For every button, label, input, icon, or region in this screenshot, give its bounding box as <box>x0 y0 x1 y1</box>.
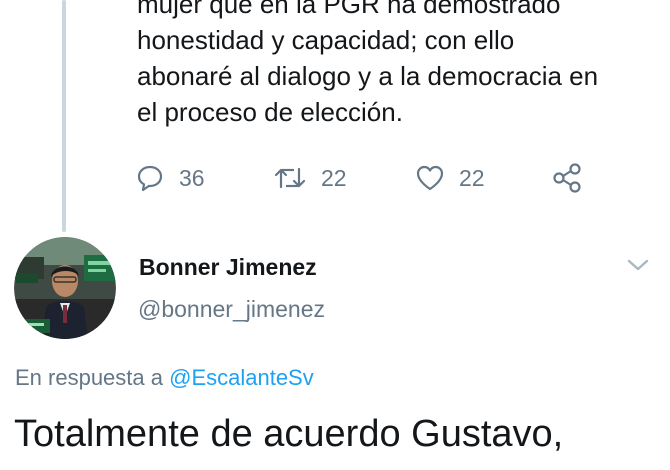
author-name[interactable]: Bonner Jimenez <box>139 254 317 281</box>
chevron-down-icon <box>627 259 649 271</box>
avatar[interactable] <box>14 237 116 339</box>
profile-photo <box>14 237 116 339</box>
reply-to-mention-link[interactable]: @EscalanteSv <box>169 365 314 390</box>
reply-button[interactable]: 36 <box>135 160 205 196</box>
share-button[interactable] <box>551 160 583 196</box>
thread-connector-line <box>62 0 66 232</box>
tweet-text-line: el proceso de elección. <box>137 97 403 127</box>
reply-context: En respuesta a @EscalanteSv <box>15 365 314 391</box>
reply-count: 36 <box>179 164 205 191</box>
like-count: 22 <box>459 164 485 191</box>
tweet-text-line: honestidad y capacidad; con ello <box>137 25 515 55</box>
tweet-text-line: mujer que en la PGR ha demostrado <box>137 0 561 19</box>
retweet-count: 22 <box>321 164 347 191</box>
heart-icon <box>416 165 444 191</box>
reply-context-label: En respuesta a <box>15 365 170 390</box>
speech-bubble-icon <box>137 165 163 192</box>
reply-tweet-text: Totalmente de acuerdo Gustavo, <box>14 413 564 455</box>
retweet-button[interactable]: 22 <box>273 160 347 196</box>
previous-tweet-text: mujer que en la PGR ha demostrado honest… <box>137 0 657 130</box>
like-button[interactable]: 22 <box>415 160 485 196</box>
author-handle[interactable]: @bonner_jimenez <box>138 296 325 323</box>
tweet-action-bar: 36 22 22 <box>135 160 635 196</box>
tweet-menu-button[interactable] <box>624 255 652 275</box>
tweet-text-line: abonaré al dialogo y a la democracia en <box>137 61 599 91</box>
share-icon <box>553 163 581 193</box>
retweet-icon <box>274 167 306 189</box>
